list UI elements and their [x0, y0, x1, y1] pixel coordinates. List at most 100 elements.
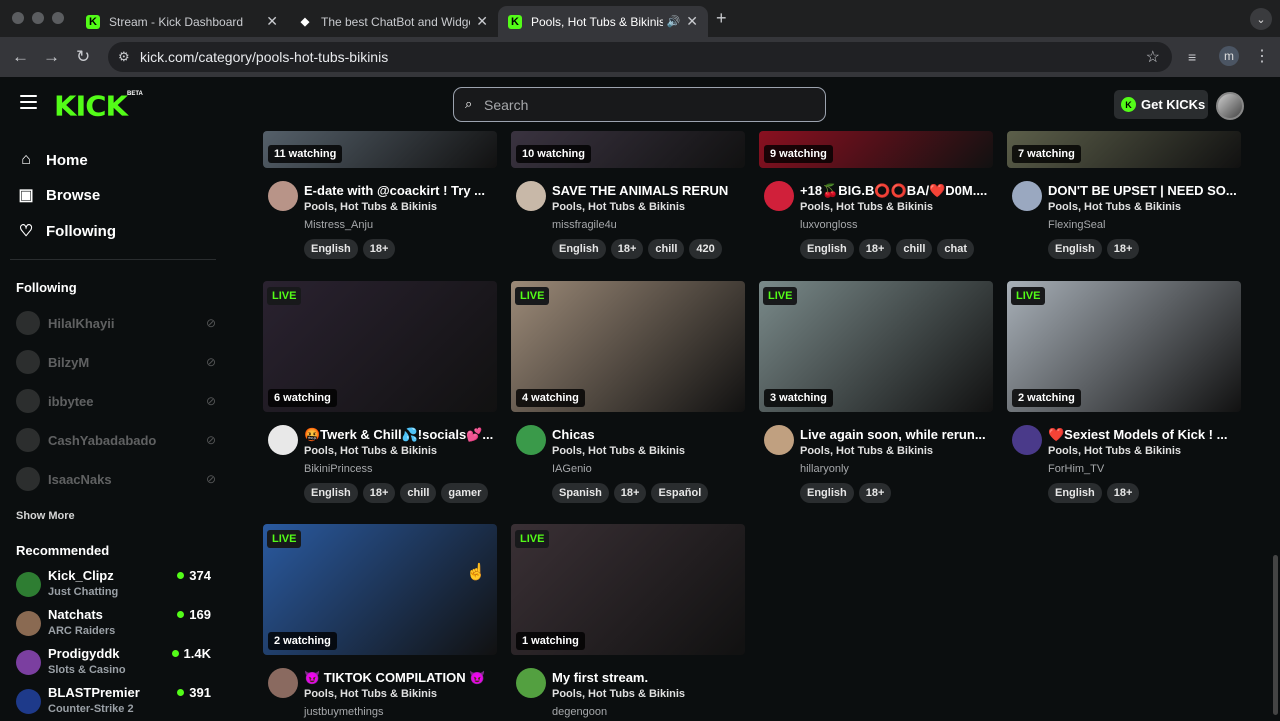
streamer-avatar[interactable]	[268, 668, 298, 698]
streamer-name[interactable]: ForHim_TV	[1048, 463, 1104, 475]
following-item[interactable]: HilalKhayii ⊘	[16, 310, 216, 336]
address-bar[interactable]: ⚙ kick.com/category/pools-hot-tubs-bikin…	[108, 42, 1172, 72]
following-item[interactable]: CashYabadabado ⊘	[16, 427, 216, 453]
stream-card[interactable]: 7 watching DON'T BE UPSET | NEED SO... Poo…	[1007, 131, 1241, 301]
tag-chip[interactable]: 18+	[858, 483, 892, 503]
streamer-avatar[interactable]	[764, 181, 794, 211]
recommended-item[interactable]: Kick_Clipz Just Chatting 374	[16, 568, 216, 604]
tab-search-button[interactable]: ⌄	[1250, 8, 1272, 30]
tag-chip[interactable]: English	[552, 239, 606, 259]
streamer-name[interactable]: degengoon	[552, 706, 607, 718]
stream-category[interactable]: Pools, Hot Tubs & Bikinis	[552, 688, 685, 700]
kick-logo[interactable]: KICK	[54, 90, 128, 122]
browser-tab-pools[interactable]: K Pools, Hot Tubs & Bikinis 🔊 ✕	[498, 6, 708, 37]
following-item[interactable]: ibbytee ⊘	[16, 388, 216, 414]
streamer-avatar[interactable]	[516, 425, 546, 455]
search-input[interactable]: ⌕ Search	[453, 87, 826, 122]
stream-category[interactable]: Pools, Hot Tubs & Bikinis	[552, 201, 685, 213]
streamer-avatar[interactable]	[1012, 425, 1042, 455]
sidebar-item-following[interactable]: ♡ Following	[16, 219, 116, 243]
streamer-avatar[interactable]	[516, 668, 546, 698]
stream-card[interactable]: LIVE 2 watching ❤️Sexiest Models of Kick !…	[1007, 281, 1241, 503]
stream-title[interactable]: E-date with @coackirt ! Try ...	[304, 183, 494, 198]
window-minimize-button[interactable]	[32, 12, 44, 24]
streamer-name[interactable]: hillaryonly	[800, 463, 849, 475]
streamer-avatar[interactable]	[1012, 181, 1042, 211]
stream-card[interactable]: LIVE 1 watching My first stream. Pools, Hot…	[511, 524, 745, 718]
streamer-avatar[interactable]	[268, 425, 298, 455]
back-arrow-icon[interactable]: ←	[12, 47, 29, 67]
stream-card[interactable]: LIVE 6 watching 🤬Twerk & Chill💦!socials💕..…	[263, 281, 497, 503]
tag-chip[interactable]: gamer	[441, 483, 489, 503]
streamer-name[interactable]: missfragile4u	[552, 219, 617, 231]
stream-category[interactable]: Pools, Hot Tubs & Bikinis	[304, 445, 437, 457]
stream-category[interactable]: Pools, Hot Tubs & Bikinis	[304, 201, 437, 213]
tag-chip[interactable]: 18+	[858, 239, 892, 259]
show-more-button[interactable]: Show More	[16, 510, 75, 522]
stream-category[interactable]: Pools, Hot Tubs & Bikinis	[800, 201, 933, 213]
tab-close-icon[interactable]: ✕	[266, 13, 278, 30]
stream-category[interactable]: Pools, Hot Tubs & Bikinis	[1048, 201, 1181, 213]
stream-card[interactable]: LIVE 3 watching Live again soon, while rer…	[759, 281, 993, 503]
tag-chip[interactable]: chat	[937, 239, 975, 259]
profile-avatar[interactable]: m	[1219, 46, 1239, 66]
tag-chip[interactable]: 420	[689, 239, 722, 259]
stream-title[interactable]: ❤️Sexiest Models of Kick ! ...	[1048, 427, 1238, 443]
window-close-button[interactable]	[12, 12, 24, 24]
stream-card[interactable]: 10 watching SAVE THE ANIMALS RERUN Pools, …	[511, 131, 745, 301]
tag-chip[interactable]: English	[1048, 483, 1102, 503]
stream-card[interactable]: LIVE 2 watching 😈 TIKTOK COMPILATION 😈 Pool…	[263, 524, 497, 718]
following-item[interactable]: IsaacNaks ⊘	[16, 466, 216, 492]
tag-chip[interactable]: chill	[896, 239, 933, 259]
stream-title[interactable]: Live again soon, while rerun...	[800, 427, 990, 442]
tag-chip[interactable]: 18+	[610, 239, 644, 259]
browser-tab-chatbot[interactable]: ◆ The best ChatBot and Widget ✕	[288, 6, 498, 37]
recommended-item[interactable]: Natchats ARC Raiders 169	[16, 607, 216, 643]
stream-category[interactable]: Pools, Hot Tubs & Bikinis	[1048, 445, 1181, 457]
streamer-name[interactable]: Mistress_Anju	[304, 219, 373, 231]
streamer-avatar[interactable]	[516, 181, 546, 211]
following-item[interactable]: BilzyM ⊘	[16, 349, 216, 375]
stream-title[interactable]: My first stream.	[552, 670, 742, 685]
browser-menu-icon[interactable]: ⋮	[1254, 46, 1270, 66]
stream-card[interactable]: 11 watching E-date with @coackirt ! Try .…	[263, 131, 497, 301]
stream-title[interactable]: Chicas	[552, 427, 742, 442]
tag-chip[interactable]: English	[304, 483, 358, 503]
recommended-item[interactable]: Prodigyddk Slots & Casino 1.4K	[16, 646, 216, 682]
stream-title[interactable]: DON'T BE UPSET | NEED SO...	[1048, 183, 1238, 198]
forward-arrow-icon[interactable]: →	[43, 47, 60, 67]
speaker-icon[interactable]: 🔊	[667, 15, 681, 28]
get-kicks-button[interactable]: K Get KICKs	[1114, 90, 1208, 119]
tab-close-icon[interactable]: ✕	[476, 13, 488, 30]
streamer-name[interactable]: BikiniPrincess	[304, 463, 372, 475]
stream-title[interactable]: SAVE THE ANIMALS RERUN	[552, 183, 742, 198]
new-tab-button[interactable]: +	[716, 8, 727, 29]
tag-chip[interactable]: English	[800, 483, 854, 503]
streamer-name[interactable]: justbuymethings	[304, 706, 384, 718]
streamer-avatar[interactable]	[764, 425, 794, 455]
stream-category[interactable]: Pools, Hot Tubs & Bikinis	[800, 445, 933, 457]
tag-chip[interactable]: Español	[651, 483, 709, 503]
reload-icon[interactable]: ↻	[76, 47, 90, 67]
bookmark-star-icon[interactable]: ☆	[1146, 47, 1160, 67]
tag-chip[interactable]: 18+	[1106, 239, 1140, 259]
streamer-name[interactable]: luxvongloss	[800, 219, 857, 231]
sidebar-item-home[interactable]: ⌂ Home	[16, 148, 88, 172]
scrollbar[interactable]	[1273, 555, 1278, 715]
stream-category[interactable]: Pools, Hot Tubs & Bikinis	[304, 688, 437, 700]
stream-category[interactable]: Pools, Hot Tubs & Bikinis	[552, 445, 685, 457]
tag-chip[interactable]: Spanish	[552, 483, 609, 503]
stream-card[interactable]: LIVE 4 watching Chicas Pools, Hot Tubs & Bi…	[511, 281, 745, 503]
tab-close-icon[interactable]: ✕	[686, 13, 698, 30]
user-avatar[interactable]	[1216, 92, 1244, 120]
tag-chip[interactable]: chill	[400, 483, 437, 503]
tag-chip[interactable]: chill	[648, 239, 685, 259]
site-settings-icon[interactable]: ⚙	[118, 49, 130, 65]
tag-chip[interactable]: 18+	[362, 239, 396, 259]
tag-chip[interactable]: 18+	[362, 483, 396, 503]
window-maximize-button[interactable]	[52, 12, 64, 24]
recommended-item[interactable]: BLASTPremier Counter-Strike 2 391	[16, 685, 216, 721]
tag-chip[interactable]: 18+	[613, 483, 647, 503]
streamer-name[interactable]: IAGenio	[552, 463, 592, 475]
sidebar-item-browse[interactable]: ▣ Browse	[16, 183, 100, 207]
